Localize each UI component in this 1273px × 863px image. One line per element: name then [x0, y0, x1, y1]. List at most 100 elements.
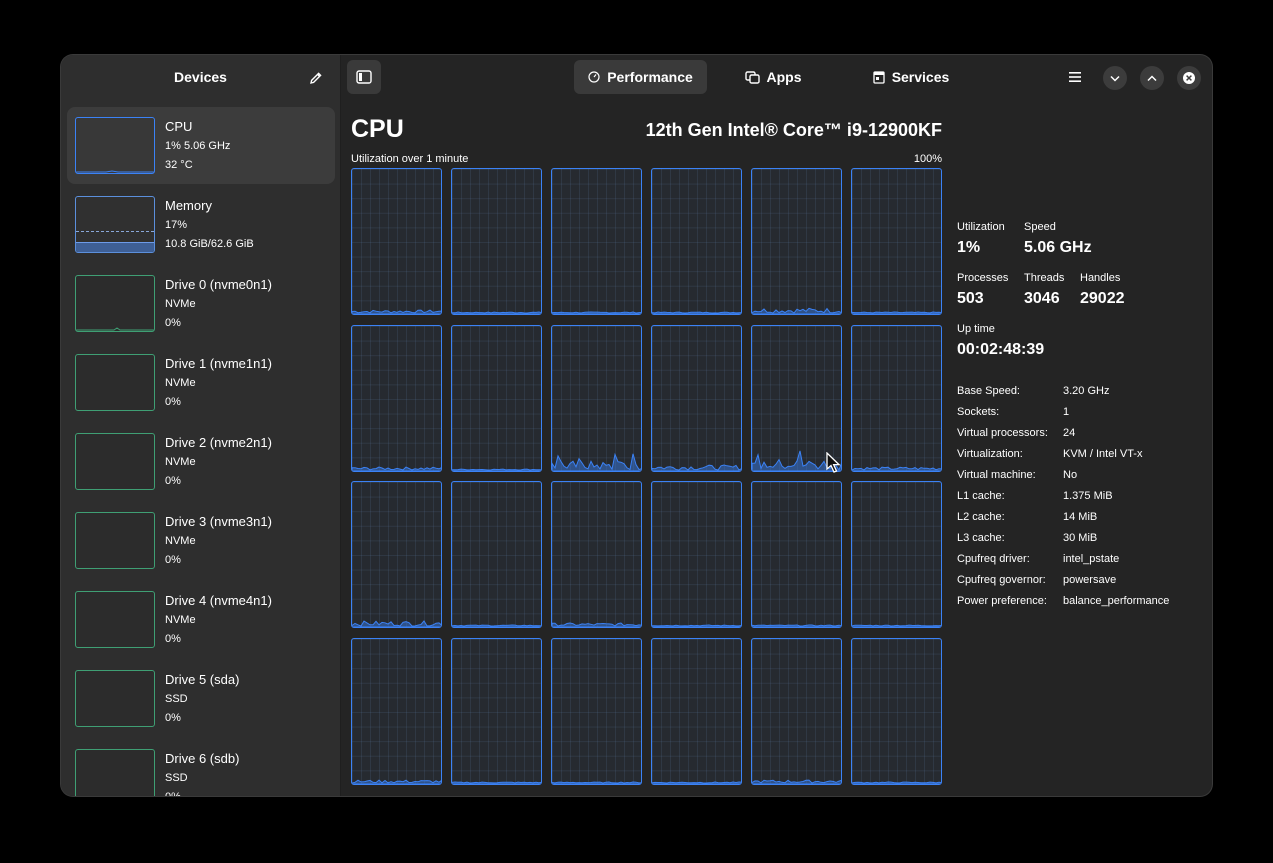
sidebar-header: Devices [61, 55, 340, 101]
property-key: Base Speed: [957, 385, 1020, 397]
property-key: L1 cache: [957, 490, 1005, 502]
cpu-model-name: 12th Gen Intel® Core™ i9-12900KF [645, 120, 942, 140]
core-usage-area [352, 620, 441, 627]
drive-mini-graph [75, 433, 155, 490]
stat-label: Utilization [957, 221, 1005, 233]
cpu-core-graph [551, 324, 642, 472]
stat-value: 00:02:48:39 [957, 341, 1045, 358]
device-item-drive-2[interactable]: Drive 2 (nvme2n1) NVMe 0% [67, 423, 335, 500]
mouse-cursor-icon [826, 452, 841, 473]
graph-max-label: 100% [913, 153, 942, 165]
cpu-core-graph [651, 481, 742, 628]
drive-mini-graph [75, 591, 155, 648]
tab-apps[interactable]: Apps [737, 60, 809, 94]
device-usage: 0% [165, 317, 181, 329]
tab-label: Services [891, 69, 950, 85]
cpu-core-graph [851, 637, 942, 785]
edit-devices-button[interactable] [304, 66, 328, 90]
device-type: SSD [165, 693, 188, 705]
core-usage-area [552, 780, 641, 784]
cpu-core-graph [751, 481, 842, 628]
core-usage-trace [652, 463, 741, 471]
device-item-drive-5[interactable]: Drive 5 (sda) SSD 0% [67, 660, 335, 737]
core-usage-area [452, 468, 541, 471]
property-value: KVM / Intel VT-x [1063, 448, 1143, 460]
property-value: 1.375 MiB [1063, 490, 1113, 502]
core-usage-area [652, 463, 741, 471]
property-key: Cpufreq governor: [957, 574, 1046, 586]
device-type: NVMe [165, 535, 196, 547]
core-usage-trace [652, 624, 741, 627]
cpu-core-graph [451, 637, 542, 785]
core-usage-trace [352, 620, 441, 627]
device-item-drive-6[interactable]: Drive 6 (sdb) SSD 0% [67, 739, 335, 796]
core-usage-trace [852, 780, 941, 784]
cpu-mini-graph-line [76, 170, 154, 173]
cpu-core-graph [451, 168, 542, 315]
sidebar-toggle-button[interactable] [347, 60, 381, 94]
cpu-core-graph [751, 168, 842, 315]
core-usage-trace [852, 466, 941, 471]
core-usage-trace [452, 780, 541, 784]
core-usage-area [852, 780, 941, 784]
property-value: 3.20 GHz [1063, 385, 1110, 397]
property-value: No [1063, 469, 1078, 481]
core-usage-trace [452, 468, 541, 471]
core-usage-trace [852, 311, 941, 314]
close-button[interactable] [1177, 66, 1201, 90]
device-usage: 0% [165, 791, 181, 796]
property-value: 14 MiB [1063, 511, 1098, 523]
cpu-core-graph [551, 481, 642, 628]
device-item-drive-1[interactable]: Drive 1 (nvme1n1) NVMe 0% [67, 344, 335, 421]
memory-mini-graph [75, 196, 155, 253]
core-usage-trace [352, 778, 441, 784]
core-usage-area [452, 780, 541, 784]
core-usage-area [452, 311, 541, 314]
device-usage: 0% [165, 633, 181, 645]
core-usage-trace [752, 624, 841, 627]
cpu-core-graph [651, 637, 742, 785]
cpu-core-graph [751, 637, 842, 785]
device-item-drive-4[interactable]: Drive 4 (nvme4n1) NVMe 0% [67, 581, 335, 658]
cpu-core-graph [351, 324, 442, 472]
device-name: Drive 0 (nvme0n1) [165, 277, 272, 292]
device-temperature: 32 °C [165, 159, 193, 171]
cpu-core-graph [451, 481, 542, 628]
device-name: Drive 3 (nvme3n1) [165, 514, 272, 529]
core-usage-area [552, 452, 641, 471]
cpu-core-graph [351, 637, 442, 785]
minimize-button[interactable] [1103, 66, 1127, 90]
cpu-core-graph [451, 324, 542, 472]
device-type: NVMe [165, 614, 196, 626]
device-item-cpu[interactable]: CPU 1% 5.06 GHz 32 °C [67, 107, 335, 184]
main-menu-button[interactable] [1061, 60, 1089, 94]
tab-services[interactable]: Services [867, 60, 955, 94]
cpu-core-graph [551, 637, 642, 785]
devices-sidebar: Devices CPU 1% 5.06 GHz 32 °C Memory 17%… [61, 55, 341, 796]
stat-label: Handles [1080, 272, 1121, 284]
cpu-core-graph [851, 481, 942, 628]
device-item-drive-3[interactable]: Drive 3 (nvme3n1) NVMe 0% [67, 502, 335, 579]
pencil-icon [310, 72, 322, 84]
device-item-memory[interactable]: Memory 17% 10.8 GiB/62.6 GiB [67, 186, 335, 263]
core-usage-trace [552, 452, 641, 471]
property-key: Virtual machine: [957, 469, 1036, 481]
tab-performance[interactable]: Performance [574, 60, 707, 94]
property-value: 30 MiB [1063, 532, 1098, 544]
stat-label: Speed [1024, 221, 1056, 233]
cpu-core-graph [851, 324, 942, 472]
core-usage-trace [452, 624, 541, 627]
device-type: SSD [165, 772, 188, 784]
core-usage-area [352, 778, 441, 784]
stat-value: 503 [957, 290, 984, 307]
windows-icon [744, 70, 760, 84]
device-item-drive-0[interactable]: Drive 0 (nvme0n1) NVMe 0% [67, 265, 335, 342]
device-name: Memory [165, 198, 212, 213]
stat-label: Threads [1024, 272, 1065, 284]
maximize-button[interactable] [1140, 66, 1164, 90]
core-usage-area [852, 466, 941, 471]
device-usage: 0% [165, 396, 181, 408]
stat-threads: Threads 3046 [1024, 272, 1064, 308]
cpu-core-graph [651, 168, 742, 315]
core-usage-trace [352, 309, 441, 314]
